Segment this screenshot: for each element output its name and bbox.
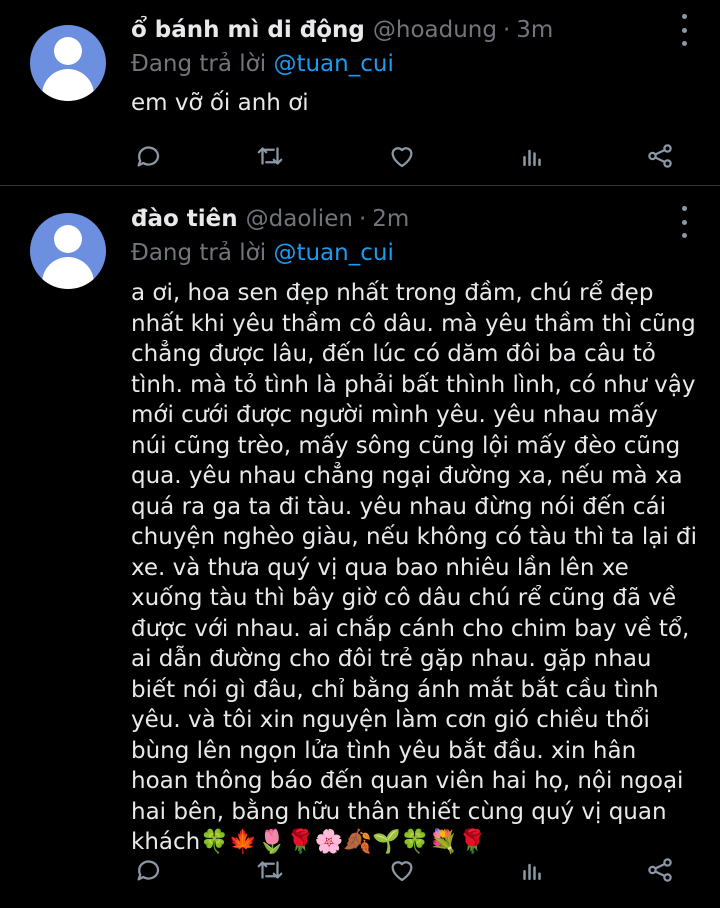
username[interactable]: @hoadung bbox=[373, 13, 497, 47]
timestamp[interactable]: 2m bbox=[372, 202, 409, 236]
replying-label: Đang trả lời bbox=[131, 51, 267, 77]
reply-mention-link[interactable]: @tuan_cui bbox=[273, 240, 393, 266]
reply-icon[interactable] bbox=[128, 850, 168, 890]
like-icon[interactable] bbox=[382, 136, 422, 176]
tweet-text: a ơi, hoa sen đẹp nhất trong đầm, chú rể… bbox=[131, 280, 698, 855]
share-icon[interactable] bbox=[640, 850, 680, 890]
replying-label: Đang trả lời bbox=[131, 240, 267, 266]
tweet-content: ổ bánh mì di động @hoadung · 3m Đang trả… bbox=[131, 13, 702, 119]
separator-dot: · bbox=[358, 206, 367, 232]
tweet-content: đào tiên @daolien · 2m Đang trả lời @tua… bbox=[131, 202, 702, 858]
avatar-body bbox=[42, 69, 94, 101]
retweet-icon[interactable] bbox=[250, 136, 290, 176]
views-icon[interactable] bbox=[512, 850, 552, 890]
more-vertical-icon[interactable] bbox=[678, 14, 690, 46]
reply-icon[interactable] bbox=[128, 136, 168, 176]
avatar-body bbox=[42, 257, 94, 289]
display-name[interactable]: ổ bánh mì di động bbox=[131, 13, 365, 47]
tweet-actions bbox=[0, 136, 720, 176]
reply-mention-link[interactable]: @tuan_cui bbox=[273, 51, 393, 77]
tweet-header: đào tiên @daolien · 2m bbox=[131, 202, 702, 236]
views-icon[interactable] bbox=[512, 136, 552, 176]
like-icon[interactable] bbox=[382, 850, 422, 890]
retweet-icon[interactable] bbox=[250, 850, 290, 890]
avatar[interactable] bbox=[30, 25, 106, 101]
tweet-header: ổ bánh mì di động @hoadung · 3m bbox=[131, 13, 702, 47]
replying-to: Đang trả lời @tuan_cui bbox=[131, 236, 702, 270]
display-name[interactable]: đào tiên bbox=[131, 202, 238, 236]
replying-to: Đang trả lời @tuan_cui bbox=[131, 47, 702, 81]
tweet[interactable]: ổ bánh mì di động @hoadung · 3m Đang trả… bbox=[0, 0, 720, 186]
avatar-head bbox=[54, 37, 82, 65]
more-vertical-icon[interactable] bbox=[678, 206, 690, 238]
tweet-text: em vỡ ối anh ơi bbox=[131, 90, 309, 116]
avatar[interactable] bbox=[30, 213, 106, 289]
tweet[interactable]: đào tiên @daolien · 2m Đang trả lời @tua… bbox=[0, 186, 720, 908]
separator-dot: · bbox=[502, 17, 511, 43]
avatar-head bbox=[54, 225, 82, 253]
username[interactable]: @daolien bbox=[246, 202, 353, 236]
timestamp[interactable]: 3m bbox=[516, 13, 553, 47]
share-icon[interactable] bbox=[640, 136, 680, 176]
tweet-actions bbox=[0, 850, 720, 890]
